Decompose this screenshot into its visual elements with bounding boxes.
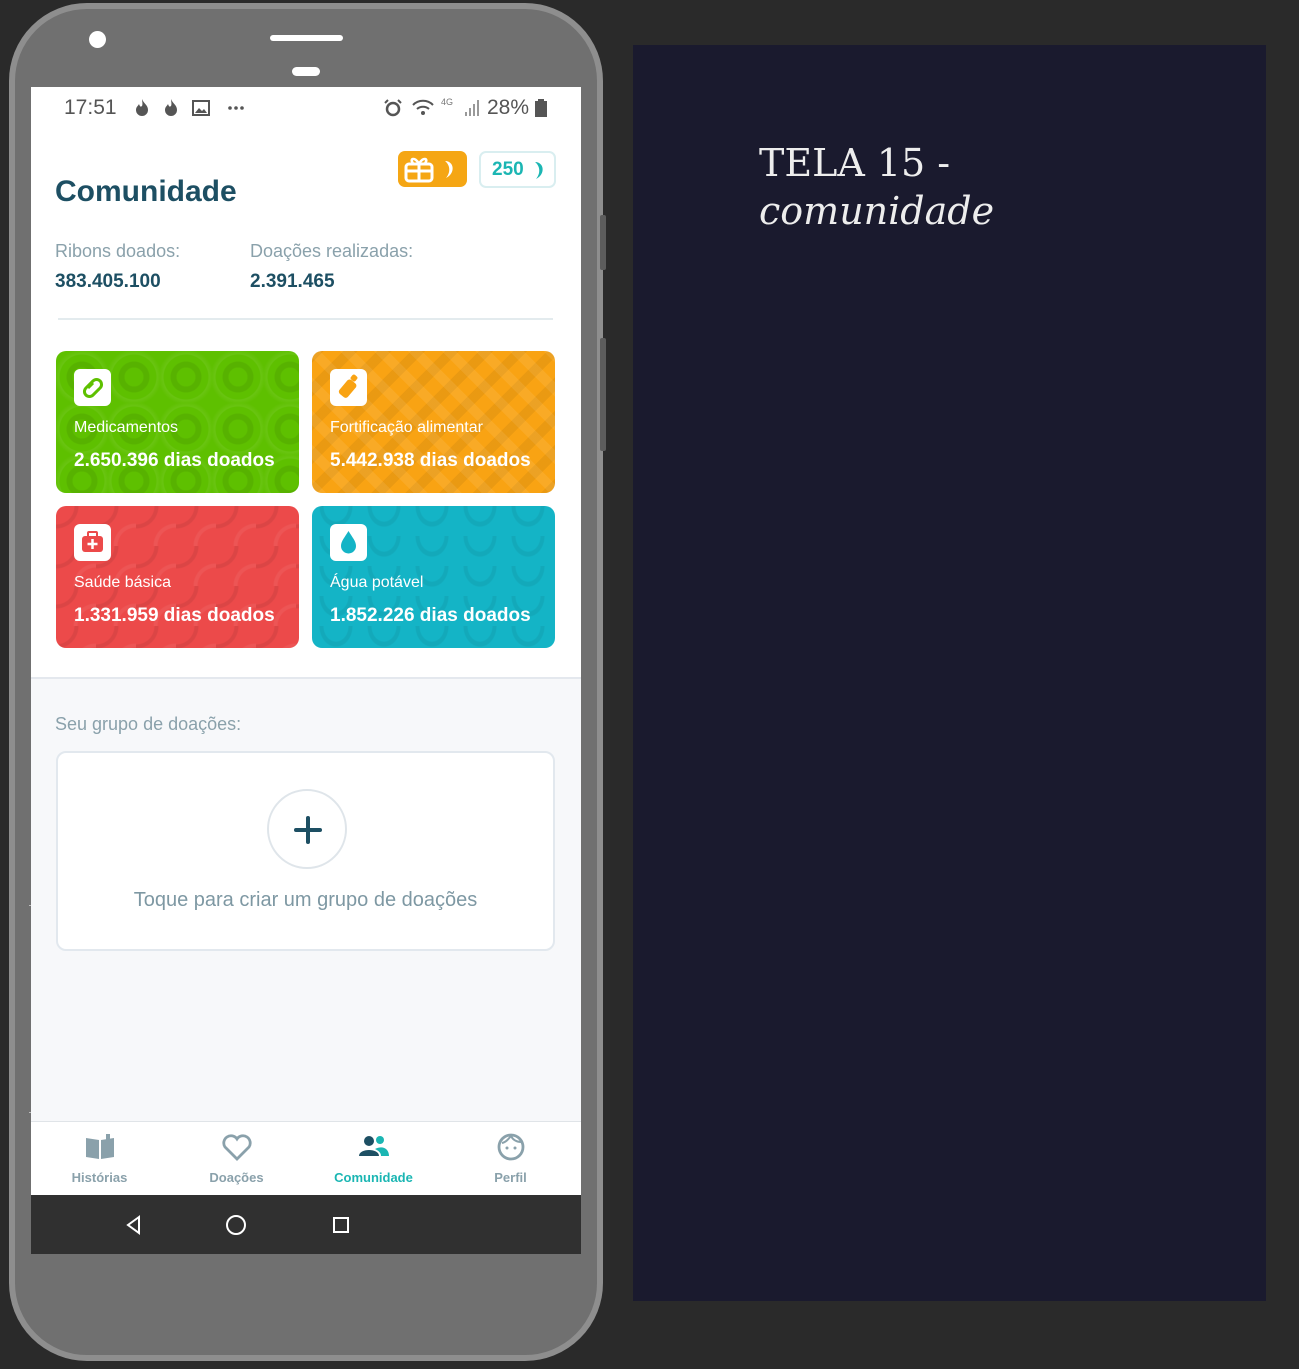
image-icon	[192, 100, 210, 116]
cause-value: 2.650.396 dias doados	[74, 450, 275, 471]
gift-button[interactable]	[398, 151, 467, 187]
cause-label: Água potável	[330, 574, 424, 591]
donations-made-label: Doações realizadas:	[250, 241, 414, 261]
screen-name-subtitle: comunidade	[759, 189, 995, 233]
android-nav-bar	[31, 1195, 581, 1254]
donation-group-label: Seu grupo de doações:	[55, 714, 242, 734]
phone-volume-button	[600, 215, 606, 270]
cause-card-food-fortification[interactable]: Fortificação alimentar 5.442.938 dias do…	[312, 351, 555, 493]
book-icon	[86, 1134, 114, 1159]
tab-label: Comunidade	[334, 1170, 413, 1185]
cause-value: 1.852.226 dias doados	[330, 605, 531, 626]
tab-perfil[interactable]: Perfil	[442, 1122, 579, 1196]
cause-card-medicines[interactable]: Medicamentos 2.650.396 dias doados	[56, 351, 299, 493]
tab-doacoes[interactable]: Doações	[168, 1122, 305, 1196]
tab-comunidade[interactable]: Comunidade	[305, 1122, 442, 1196]
recents-icon[interactable]	[327, 1211, 355, 1239]
page-title: Comunidade	[55, 175, 237, 208]
donations-made-value: 2.391.465	[250, 271, 335, 292]
ribbon-icon	[535, 162, 543, 179]
battery-percent: 28%	[487, 96, 530, 119]
cause-value: 1.331.959 dias doados	[74, 605, 275, 626]
tab-label: Histórias	[71, 1170, 128, 1185]
network-type: 4G	[441, 97, 454, 107]
ribbons-donated-value: 383.405.100	[55, 271, 161, 292]
bottom-tab-bar: Histórias Doações Comunidade Perfil	[31, 1121, 581, 1195]
water-drop-icon	[330, 524, 367, 561]
front-camera	[89, 31, 106, 48]
status-time: 17:51	[64, 96, 117, 119]
medical-kit-icon	[74, 524, 111, 561]
cause-label: Fortificação alimentar	[330, 419, 483, 436]
ribbons-donated-label: Ribons doados:	[55, 241, 181, 261]
gift-icon	[404, 157, 434, 183]
proximity-sensor	[292, 67, 320, 76]
status-bar: 17:51 4G 28%	[31, 87, 581, 131]
cause-label: Saúde básica	[74, 574, 171, 591]
cause-card-basic-health[interactable]: Saúde básica 1.331.959 dias doados	[56, 506, 299, 648]
battery-icon	[535, 99, 547, 117]
divider	[58, 318, 553, 320]
tab-label: Perfil	[494, 1170, 527, 1185]
home-icon[interactable]	[222, 1211, 250, 1239]
phone-power-button	[600, 338, 606, 451]
points-value: 250	[492, 159, 524, 180]
alarm-icon	[384, 99, 402, 117]
create-group-text: Toque para criar um grupo de doações	[133, 889, 478, 911]
face-icon	[497, 1133, 525, 1161]
fire-icon	[136, 99, 148, 116]
fire-icon	[165, 99, 177, 116]
description-panel: TELA 15 - comunidade	[633, 45, 1266, 1301]
screen-number-title: TELA 15 -	[759, 141, 951, 185]
cause-card-drinking-water[interactable]: Água potável 1.852.226 dias doados	[312, 506, 555, 648]
more-icon	[228, 106, 244, 110]
tab-label: Doações	[209, 1170, 264, 1185]
baby-bottle-icon	[330, 369, 367, 406]
signal-icon	[465, 100, 479, 116]
points-badge[interactable]: 250	[479, 151, 556, 188]
cause-label: Medicamentos	[74, 419, 179, 436]
ribbon-icon	[445, 161, 453, 178]
add-group-button[interactable]	[267, 789, 347, 869]
pill-icon	[74, 369, 111, 406]
tab-historias[interactable]: Histórias	[31, 1122, 168, 1196]
earpiece-speaker	[270, 35, 343, 41]
people-icon	[359, 1136, 389, 1156]
cause-value: 5.442.938 dias doados	[330, 450, 531, 471]
app-screen: 17:51 4G 28% Comunidade 250 Ribons doado…	[31, 87, 581, 1254]
back-icon[interactable]	[120, 1211, 148, 1239]
create-group-card[interactable]: Toque para criar um grupo de doações	[56, 751, 555, 951]
wifi-icon	[412, 99, 434, 115]
heart-icon	[222, 1134, 252, 1161]
